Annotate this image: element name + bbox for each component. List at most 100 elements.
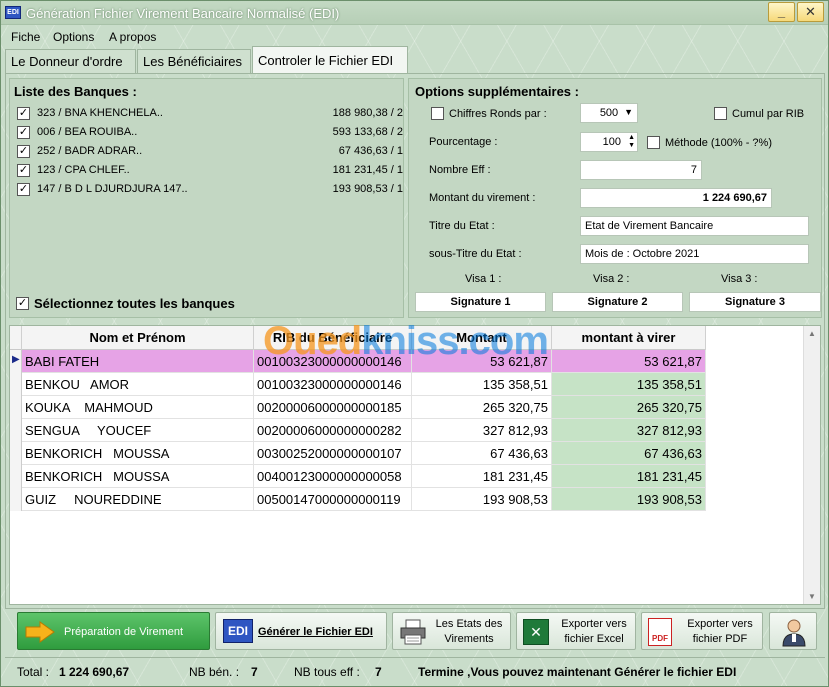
user-button[interactable]	[769, 612, 817, 650]
bank-checkbox[interactable]: ✓	[17, 164, 30, 177]
bank-checkbox[interactable]: ✓	[17, 126, 30, 139]
bank-checkbox[interactable]: ✓	[17, 145, 30, 158]
chiffres-ronds-checkbox[interactable]	[431, 107, 444, 120]
cell-virer[interactable]: 67 436,63	[552, 442, 706, 465]
status-nb-eff-label: NB tous eff :	[294, 665, 360, 679]
etats-label-2: Virements	[444, 633, 494, 645]
cell-montant[interactable]: 181 231,45	[412, 465, 552, 488]
cumul-rib-label: Cumul par RIB	[732, 108, 805, 120]
select-all-label: Sélectionnez toutes les banques	[34, 296, 235, 311]
tab-controler-edi[interactable]: Controler le Fichier EDI	[252, 46, 408, 74]
grid-vertical-scrollbar[interactable]: ▲ ▼	[803, 326, 820, 604]
cell-rib[interactable]: 00200006000000000185	[254, 396, 412, 419]
cell-montant[interactable]: 193 908,53	[412, 488, 552, 511]
montant-field[interactable]: 1 224 690,67	[580, 188, 772, 208]
excel-label-1: Exporter vers	[561, 618, 627, 630]
pdf-label-1: Exporter vers	[687, 618, 753, 630]
cell-montant[interactable]: 265 320,75	[412, 396, 552, 419]
close-button[interactable]: ✕	[797, 2, 824, 22]
scroll-down-icon[interactable]: ▼	[808, 592, 816, 601]
status-nb-ben-value: 7	[251, 665, 258, 679]
cell-nom[interactable]: KOUKA MAHMOUD	[22, 396, 254, 419]
menu-fiche[interactable]: Fiche	[11, 30, 40, 44]
tab-donneur-ordre[interactable]: Le Donneur d'ordre	[5, 49, 136, 73]
menu-a-propos[interactable]: A propos	[109, 30, 156, 44]
col-header-nom[interactable]: Nom et Prénom	[22, 326, 254, 350]
menu-options[interactable]: Options	[53, 30, 94, 44]
window-title: Génération Fichier Virement Bancaire Nor…	[26, 6, 340, 21]
chiffres-ronds-select[interactable]: 500 ▼	[580, 103, 638, 123]
titre-field[interactable]: Etat de Virement Bancaire	[580, 216, 809, 236]
row-indicator	[10, 488, 22, 511]
pourcentage-spinner[interactable]: 100 ▲ ▼	[580, 132, 638, 152]
bank-row[interactable]: ✓ 252 / BADR ADRAR.. 67 436,63 / 1	[17, 144, 403, 160]
nombre-eff-field[interactable]: 7	[580, 160, 702, 180]
col-header-virer[interactable]: montant à virer	[552, 326, 706, 350]
cell-rib[interactable]: 00100323000000000146	[254, 350, 412, 373]
col-header-montant[interactable]: Montant	[412, 326, 552, 350]
row-header-corner	[10, 326, 22, 350]
cell-virer[interactable]: 135 358,51	[552, 373, 706, 396]
cell-rib[interactable]: 00200006000000000282	[254, 419, 412, 442]
cell-rib[interactable]: 00300252000000000107	[254, 442, 412, 465]
tab-beneficiaires[interactable]: Les Bénéficiaires	[137, 49, 251, 73]
cell-virer[interactable]: 327 812,93	[552, 419, 706, 442]
cell-virer[interactable]: 265 320,75	[552, 396, 706, 419]
methode-label: Méthode (100% - ?%)	[665, 137, 772, 149]
table-row[interactable]: BENKOU AMOR 00100323000000000146 135 358…	[10, 373, 706, 396]
cell-montant[interactable]: 53 621,87	[412, 350, 552, 373]
cell-nom[interactable]: BENKORICH MOUSSA	[22, 442, 254, 465]
export-excel-button[interactable]: ✕ Exporter vers fichier Excel	[516, 612, 636, 650]
bank-row[interactable]: ✓ 147 / B D L DJURDJURA 147.. 193 908,53…	[17, 182, 403, 198]
bank-checkbox[interactable]: ✓	[17, 107, 30, 120]
table-row[interactable]: GUIZ NOUREDDINE 00500147000000000119 193…	[10, 488, 706, 511]
pdf-icon: PDF	[648, 618, 672, 646]
bank-row[interactable]: ✓ 006 / BEA ROUIBA.. 593 133,68 / 2	[17, 125, 403, 141]
scroll-up-icon[interactable]: ▲	[808, 329, 816, 338]
cell-rib[interactable]: 00100323000000000146	[254, 373, 412, 396]
spin-arrows-icon[interactable]: ▲ ▼	[628, 134, 635, 150]
generer-edi-button[interactable]: EDI Générer le Fichier EDI	[215, 612, 387, 650]
cell-montant[interactable]: 135 358,51	[412, 373, 552, 396]
excel-label-2: fichier Excel	[564, 633, 624, 645]
signature-2-field[interactable]: Signature 2	[552, 292, 683, 312]
table-row[interactable]: BENKORICH MOUSSA 00300252000000000107 67…	[10, 442, 706, 465]
pourcentage-value: 100	[602, 136, 621, 148]
cell-montant[interactable]: 67 436,63	[412, 442, 552, 465]
bank-row[interactable]: ✓ 123 / CPA CHLEF.. 181 231,45 / 1	[17, 163, 403, 179]
current-row-arrow-icon: ▶	[12, 354, 20, 365]
signature-3-field[interactable]: Signature 3	[689, 292, 821, 312]
bank-amount: 593 133,68 / 2	[332, 126, 403, 138]
cell-nom[interactable]: BENKORICH MOUSSA	[22, 465, 254, 488]
cell-nom[interactable]: SENGUA YOUCEF	[22, 419, 254, 442]
cell-virer[interactable]: 53 621,87	[552, 350, 706, 373]
cell-rib[interactable]: 00500147000000000119	[254, 488, 412, 511]
etats-virements-button[interactable]: Les Etats des Virements	[392, 612, 511, 650]
chevron-down-icon: ▼	[624, 107, 633, 117]
table-row[interactable]: KOUKA MAHMOUD 00200006000000000185 265 3…	[10, 396, 706, 419]
table-row[interactable]: BENKORICH MOUSSA 00400123000000000058 18…	[10, 465, 706, 488]
visa-2-label: Visa 2 :	[593, 273, 630, 285]
cell-nom[interactable]: BENKOU AMOR	[22, 373, 254, 396]
cell-nom[interactable]: GUIZ NOUREDDINE	[22, 488, 254, 511]
minimize-button[interactable]: _	[768, 2, 795, 22]
cell-nom[interactable]: BABI FATEH	[22, 350, 254, 373]
col-header-rib[interactable]: RIB du Bénéficiaire	[254, 326, 412, 350]
export-pdf-button[interactable]: PDF Exporter vers fichier PDF	[641, 612, 763, 650]
bank-amount: 193 908,53 / 1	[332, 183, 403, 195]
table-row[interactable]: SENGUA YOUCEF 00200006000000000282 327 8…	[10, 419, 706, 442]
table-row[interactable]: ▶ BABI FATEH 00100323000000000146 53 621…	[10, 350, 706, 373]
cumul-rib-checkbox[interactable]	[714, 107, 727, 120]
cell-montant[interactable]: 327 812,93	[412, 419, 552, 442]
cell-rib[interactable]: 00400123000000000058	[254, 465, 412, 488]
sous-titre-field[interactable]: Mois de : Octobre 2021	[580, 244, 809, 264]
methode-checkbox[interactable]	[647, 136, 660, 149]
cell-virer[interactable]: 181 231,45	[552, 465, 706, 488]
signature-1-field[interactable]: Signature 1	[415, 292, 546, 312]
bank-row[interactable]: ✓ 323 / BNA KHENCHELA.. 188 980,38 / 2	[17, 106, 403, 122]
preparation-virement-button[interactable]: Préparation de Virement	[17, 612, 210, 650]
select-all-checkbox[interactable]: ✓	[16, 297, 29, 310]
etats-label-1: Les Etats des	[435, 618, 503, 630]
cell-virer[interactable]: 193 908,53	[552, 488, 706, 511]
bank-checkbox[interactable]: ✓	[17, 183, 30, 196]
